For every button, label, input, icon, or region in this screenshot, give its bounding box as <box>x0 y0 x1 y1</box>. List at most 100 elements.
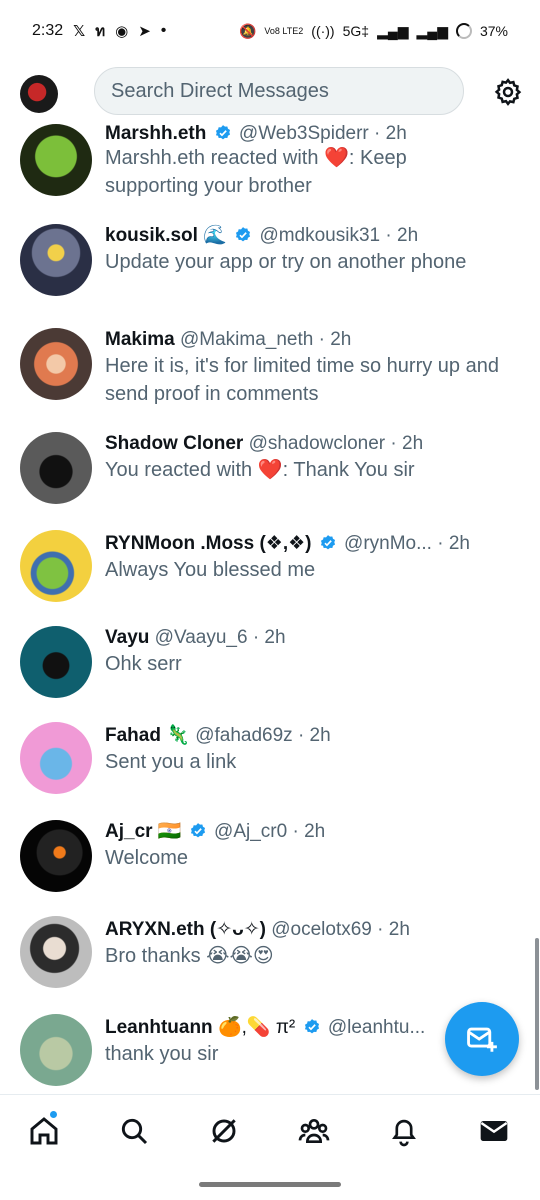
clock: 2:32 <box>32 22 64 39</box>
gesture-home-bar[interactable] <box>199 1182 341 1187</box>
battery-level: 37% <box>479 23 508 39</box>
avatar <box>20 626 92 698</box>
message-preview: Marshh.eth reacted with ❤️: Keep support… <box>105 147 407 197</box>
timestamp: · 2h <box>390 433 424 454</box>
sender-name: RYNMoon .Moss (❖,❖) <box>105 533 312 554</box>
scrollbar[interactable] <box>535 938 539 1090</box>
avatar <box>20 722 92 794</box>
battery-icon <box>455 23 472 39</box>
sender-handle: @Web3Spiderr <box>238 123 369 144</box>
settings-gear-icon[interactable] <box>493 77 523 107</box>
sender-name: Leanhtuann <box>105 1017 213 1038</box>
notification-dot: • <box>160 22 167 39</box>
avatar <box>20 432 92 504</box>
timestamp: · 2h <box>374 123 407 144</box>
conversation-item[interactable]: kousik.sol 🌊 @mdkousik31 · 2h Update you… <box>0 222 540 318</box>
avatar <box>20 530 92 602</box>
emoji-decoration: 🍊,💊 π² <box>217 1017 296 1038</box>
conversation-item[interactable]: Shadow Cloner @shadowcloner · 2h You rea… <box>0 430 540 514</box>
notifications-icon[interactable] <box>388 1115 420 1147</box>
sender-handle: @rynMo... <box>344 533 432 554</box>
conversation-item[interactable]: Vayu @Vaayu_6 · 2h Ohk serr <box>0 626 540 710</box>
message-preview: Always You blessed me <box>105 559 316 581</box>
conversation-item[interactable]: Aj_cr 🇮🇳 @Aj_cr0 · 2h Welcome <box>0 818 540 902</box>
flag-emoji: 🇮🇳 <box>157 821 182 842</box>
sender-name: ARYXN.eth (✧ᴗ✧) <box>105 919 266 940</box>
timestamp: · 2h <box>297 725 331 746</box>
new-message-button[interactable] <box>445 1002 519 1076</box>
home-icon[interactable] <box>28 1115 60 1147</box>
verified-badge-icon <box>304 1019 319 1034</box>
sender-handle: @Aj_cr0 <box>214 821 288 842</box>
sender-handle: @leanhtu... <box>327 1017 426 1038</box>
message-preview: You reacted with ❤️: Thank You sir <box>105 459 415 481</box>
avatar <box>20 1014 92 1086</box>
status-bar: 2:32 𝕏 ท ◉ ➤ • 🔕 Vo8 LTE2 ((·)) 5G‡ ▂▄▆ … <box>0 0 540 62</box>
message-preview: Update your app or try on another phone <box>105 251 467 273</box>
sender-handle: @Makima_neth <box>179 329 314 350</box>
conversation-list[interactable]: Marshh.eth @Web3Spiderr · 2h Marshh.eth … <box>0 122 540 1094</box>
conversation-item[interactable]: Marshh.eth @Web3Spiderr · 2h Marshh.eth … <box>0 122 540 218</box>
sender-name: Vayu <box>105 627 150 648</box>
avatar <box>20 328 92 400</box>
record-icon: ◉ <box>115 23 129 40</box>
avatar <box>20 820 92 892</box>
timestamp: · 2h <box>318 329 352 350</box>
home-notification-dot <box>49 1110 58 1119</box>
avatar <box>20 124 92 196</box>
conversation-item[interactable]: Fahad 🦎 @fahad69z · 2h Sent you a link <box>0 722 540 806</box>
verified-badge-icon <box>215 125 230 140</box>
sender-handle: @ocelotx69 <box>271 919 372 940</box>
profile-avatar[interactable] <box>20 75 58 113</box>
sender-name: Makima <box>105 329 175 350</box>
conversation-item[interactable]: RYNMoon .Moss (❖,❖) @rynMo... · 2h Alway… <box>0 530 540 614</box>
sender-handle: @mdkousik31 <box>259 225 381 246</box>
message-preview: Ohk serr <box>105 653 182 675</box>
search-placeholder: Search Direct Messages <box>111 79 329 102</box>
signal-icon-2: ▂▄▆ <box>416 22 448 39</box>
new-message-icon <box>467 1027 497 1052</box>
communities-icon[interactable] <box>298 1115 330 1147</box>
sender-handle: @fahad69z <box>195 725 293 746</box>
conversation-item[interactable]: ARYXN.eth (✧ᴗ✧) @ocelotx69 · 2h Bro than… <box>0 916 540 1000</box>
timestamp: · 2h <box>377 919 410 940</box>
message-preview: Sent you a link <box>105 751 237 773</box>
sender-handle: @shadowcloner <box>248 433 386 454</box>
verified-badge-icon <box>190 823 205 838</box>
n-icon: ท <box>95 23 106 40</box>
bottom-navigation <box>0 1094 540 1170</box>
sender-name: Marshh.eth <box>105 123 207 144</box>
signal-icon: ▂▄▆ <box>377 22 409 39</box>
sender-handle: @Vaayu_6 <box>154 627 248 648</box>
timestamp: · 2h <box>437 533 470 554</box>
timestamp: · 2h <box>292 821 326 842</box>
heart-reaction-icon: ❤️ <box>257 459 283 481</box>
conversation-item[interactable]: Makima @Makima_neth · 2h Here it is, it'… <box>0 326 540 422</box>
heart-reaction-icon: ❤️ <box>324 147 349 169</box>
message-preview: Here it is, it's for limited time so hur… <box>105 355 499 405</box>
x-logo-icon: 𝕏 <box>73 23 86 40</box>
search-icon[interactable] <box>118 1115 150 1147</box>
avatar <box>20 916 92 988</box>
timestamp: · 2h <box>385 225 419 246</box>
top-app-bar: Search Direct Messages <box>0 62 540 122</box>
lizard-emoji: 🦎 <box>166 725 190 746</box>
verified-badge-icon <box>320 535 335 550</box>
message-preview: Bro thanks 😭😭😍 <box>105 945 274 967</box>
timestamp: · 2h <box>252 627 286 648</box>
telegram-icon: ➤ <box>138 23 151 40</box>
wave-emoji: 🌊 <box>203 225 227 246</box>
sender-name: Fahad <box>105 725 161 746</box>
grok-icon[interactable] <box>208 1115 240 1147</box>
avatar <box>20 224 92 296</box>
sender-name: kousik.sol <box>105 225 198 246</box>
signal-label: 5G‡ <box>342 23 370 39</box>
sender-name: Shadow Cloner <box>105 433 244 454</box>
mute-icon: 🔕 <box>238 22 257 39</box>
network-label: Vo8 LTE2 <box>264 26 304 36</box>
search-input[interactable]: Search Direct Messages <box>94 67 464 115</box>
message-preview: Welcome <box>105 847 188 869</box>
messages-icon[interactable] <box>478 1115 510 1147</box>
sender-name: Aj_cr <box>105 821 153 842</box>
hotspot-icon: ((·)) <box>311 23 335 39</box>
